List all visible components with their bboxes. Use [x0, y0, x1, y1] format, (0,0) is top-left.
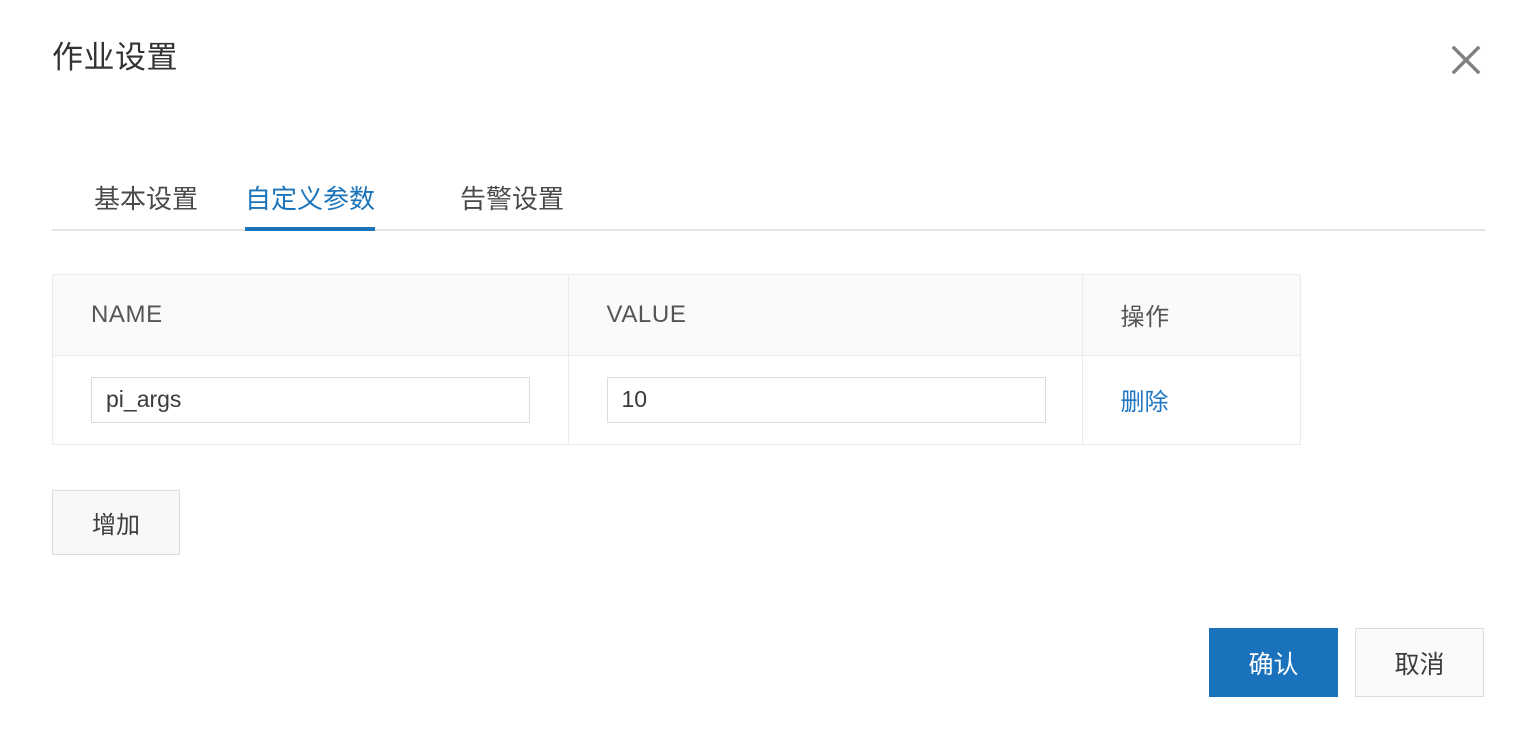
- tab-alarm-settings[interactable]: 告警设置: [460, 165, 564, 229]
- tab-basic-settings[interactable]: 基本设置: [94, 165, 198, 229]
- dialog-header: 作业设置: [0, 0, 1538, 120]
- parameters-table: NAME VALUE 操作 删除: [52, 274, 1301, 445]
- page-title: 作业设置: [52, 40, 178, 75]
- column-header-value: VALUE: [568, 275, 1083, 356]
- cell-action: 删除: [1082, 355, 1300, 444]
- close-icon: [1446, 40, 1486, 80]
- tab-label: 自定义参数: [245, 183, 376, 214]
- column-header-action: 操作: [1082, 275, 1300, 356]
- close-button[interactable]: [1443, 37, 1489, 83]
- add-parameter-button[interactable]: 增加: [52, 490, 180, 555]
- delete-row-button[interactable]: 删除: [1121, 382, 1169, 417]
- tab-bar: 基本设置 自定义参数 告警设置: [52, 165, 1485, 231]
- column-header-name: NAME: [53, 275, 569, 356]
- tab-label: 告警设置: [460, 183, 565, 214]
- table-row: 删除: [53, 355, 1300, 444]
- cell-value: [568, 355, 1083, 444]
- param-value-input[interactable]: [606, 376, 1046, 423]
- cancel-button[interactable]: 取消: [1355, 628, 1484, 697]
- confirm-button[interactable]: 确认: [1209, 628, 1338, 697]
- param-name-input[interactable]: [91, 376, 530, 423]
- tab-label: 基本设置: [94, 183, 199, 214]
- table-header-row: NAME VALUE 操作: [53, 275, 1300, 356]
- cell-name: [53, 355, 569, 444]
- tab-custom-parameters[interactable]: 自定义参数: [245, 165, 376, 231]
- dialog-footer: 确认 取消: [0, 628, 1538, 698]
